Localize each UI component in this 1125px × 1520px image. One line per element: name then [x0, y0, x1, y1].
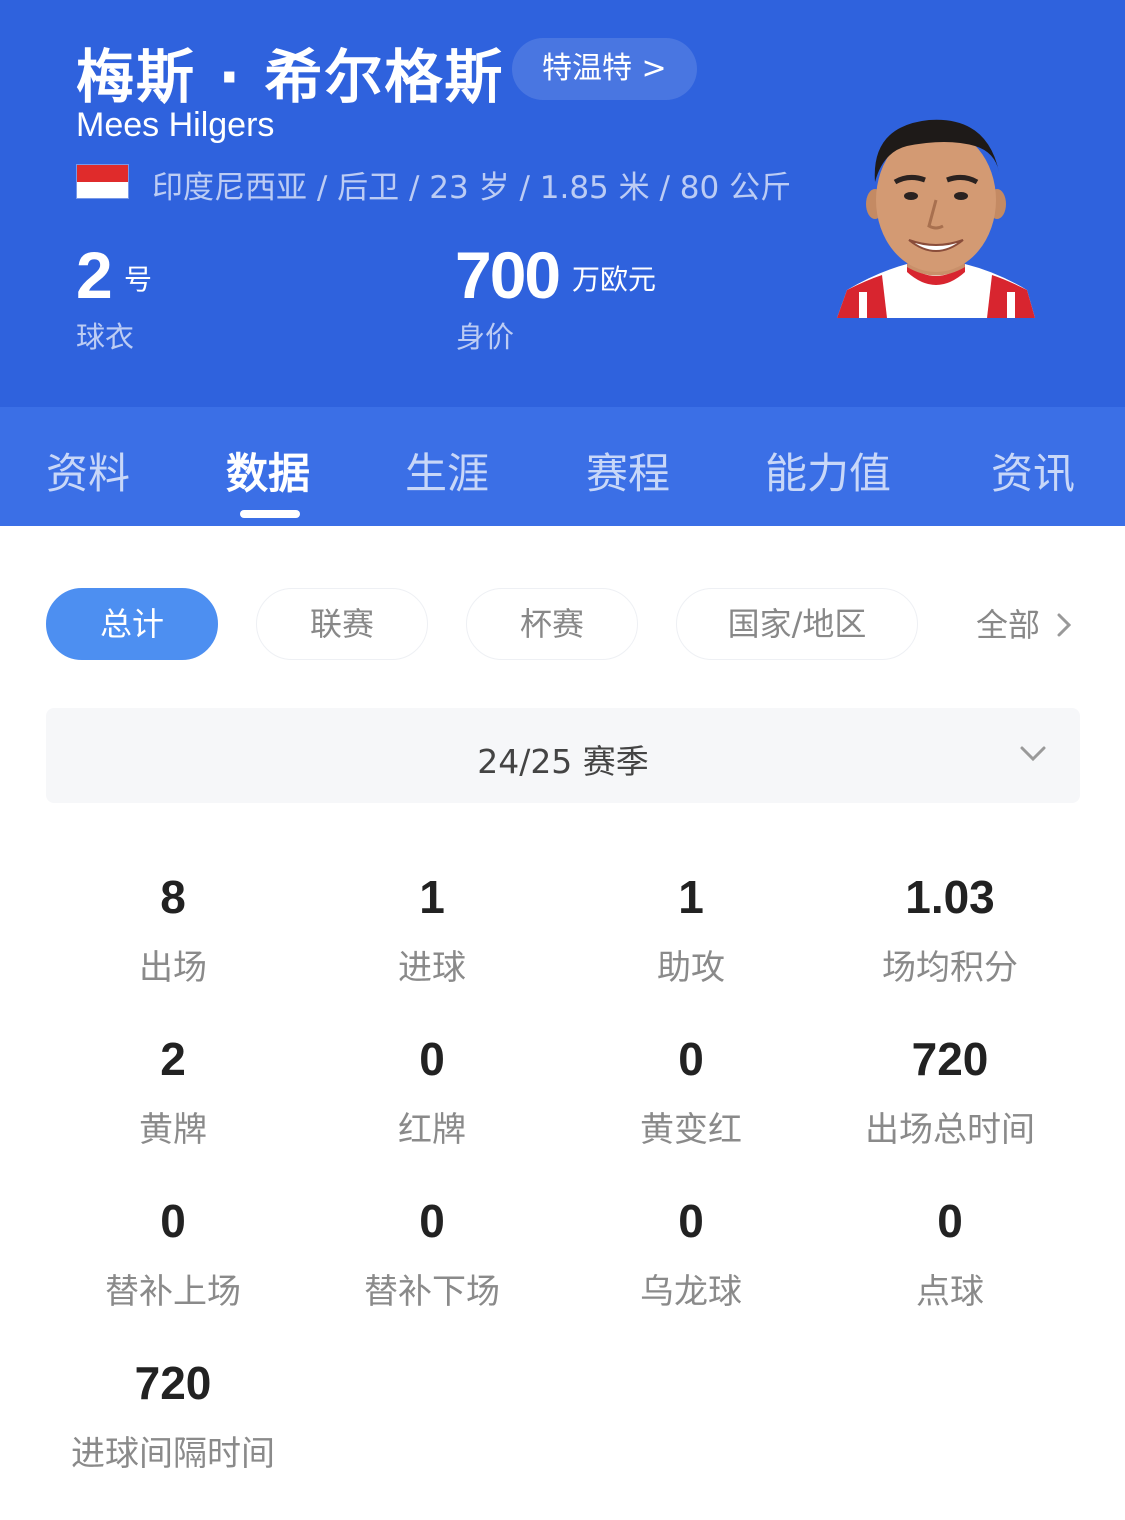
chevron-down-icon: [1018, 738, 1048, 772]
stat-label: 红牌: [398, 1110, 466, 1150]
stat-value: 1.03: [905, 871, 995, 923]
stat-label: 黄牌: [139, 1110, 207, 1150]
stat-item: 720 进球间隔时间: [43, 1360, 303, 1475]
stat-value: 0: [419, 1033, 445, 1085]
stat-label: 替补下场: [364, 1272, 500, 1312]
market-value-label: 身价: [456, 320, 515, 354]
filter-national[interactable]: 国家/地区: [676, 588, 918, 660]
stat-item: 0 黄变红: [561, 1036, 821, 1151]
tab-ability[interactable]: 能力值: [765, 440, 891, 501]
player-photo: [837, 112, 1035, 318]
stat-value: 0: [678, 1033, 704, 1085]
stat-label: 出场: [139, 948, 207, 988]
stat-label: 助攻: [657, 948, 725, 988]
stat-value: 0: [937, 1195, 963, 1247]
stat-value: 720: [911, 1033, 989, 1085]
stat-item: 1 进球: [302, 874, 562, 989]
season-selector[interactable]: 24/25 赛季: [46, 708, 1080, 803]
stat-item: 0 替补上场: [43, 1198, 303, 1313]
stat-label: 进球间隔时间: [71, 1434, 275, 1474]
stat-label: 乌龙球: [640, 1272, 742, 1312]
stat-value: 1: [419, 871, 445, 923]
stat-value: 2: [160, 1033, 186, 1085]
jersey-number: 2: [76, 238, 113, 312]
stat-label: 点球: [916, 1272, 984, 1312]
player-name-en: Mees Hilgers: [76, 106, 275, 144]
filter-all-label: 全部: [976, 606, 1041, 644]
jersey-label: 球衣: [76, 320, 135, 354]
season-label: 24/25 赛季: [477, 742, 649, 781]
stat-value: 0: [419, 1195, 445, 1247]
market-value-unit: 万欧元: [572, 263, 657, 296]
filter-cup[interactable]: 杯赛: [466, 588, 638, 660]
stat-item: 1 助攻: [561, 874, 821, 989]
active-tab-indicator: [240, 510, 300, 518]
stat-label: 替补上场: [105, 1272, 241, 1312]
filter-league[interactable]: 联赛: [256, 588, 428, 660]
filter-all-button[interactable]: 全部: [976, 600, 1072, 646]
stat-item: 0 乌龙球: [561, 1198, 821, 1313]
indonesia-flag-icon: [76, 164, 129, 199]
stat-value: 1: [678, 871, 704, 923]
tab-profile[interactable]: 资料: [46, 440, 130, 501]
tab-data[interactable]: 数据: [226, 440, 310, 501]
stat-item: 0 红牌: [302, 1036, 562, 1151]
chevron-right-icon: [1056, 608, 1072, 646]
stat-label: 出场总时间: [865, 1110, 1035, 1150]
stat-label: 进球: [398, 948, 466, 988]
stat-label: 黄变红: [640, 1110, 742, 1150]
stat-value: 0: [678, 1195, 704, 1247]
stat-item: 8 出场: [43, 874, 303, 989]
stat-label: 场均积分: [882, 948, 1018, 988]
tab-bar: [0, 407, 1125, 526]
stat-value: 0: [160, 1195, 186, 1247]
club-link-button[interactable]: 特温特 >: [512, 38, 697, 100]
stat-item: 720 出场总时间: [820, 1036, 1080, 1151]
tab-schedule[interactable]: 赛程: [586, 440, 670, 501]
stat-value: 720: [134, 1357, 212, 1409]
player-header: 梅斯 · 希尔格斯 特温特 > Mees Hilgers 印度尼西亚 / 后卫 …: [0, 0, 1125, 407]
tab-news[interactable]: 资讯: [991, 440, 1075, 501]
stat-item: 0 点球: [820, 1198, 1080, 1313]
stat-item: 1.03 场均积分: [820, 874, 1080, 989]
player-meta: 印度尼西亚 / 后卫 / 23 岁 / 1.85 米 / 80 公斤: [152, 170, 792, 206]
filter-total[interactable]: 总计: [46, 588, 218, 660]
market-value: 700: [455, 238, 561, 312]
jersey-unit: 号: [124, 263, 153, 296]
player-name-cn: 梅斯 · 希尔格斯: [76, 43, 505, 111]
stat-item: 2 黄牌: [43, 1036, 303, 1151]
stat-value: 8: [160, 871, 186, 923]
stat-item: 0 替补下场: [302, 1198, 562, 1313]
tab-career[interactable]: 生涯: [405, 440, 489, 501]
